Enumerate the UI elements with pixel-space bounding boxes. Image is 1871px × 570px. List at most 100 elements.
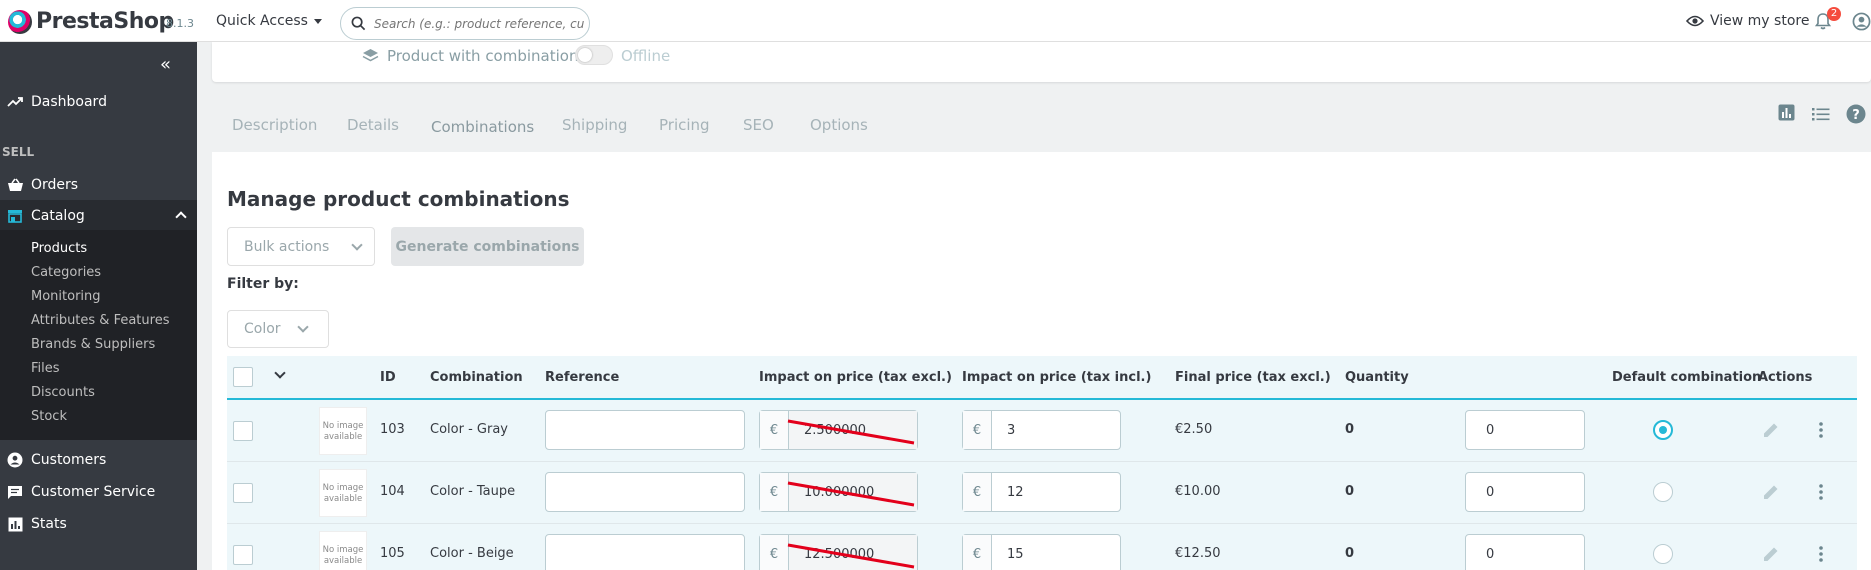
currency-symbol: € (760, 411, 789, 449)
search-input[interactable] (374, 16, 584, 31)
default-combination-radio[interactable] (1653, 420, 1673, 440)
impact-incl-input[interactable]: € 15 (962, 534, 1121, 570)
impact-excl-input[interactable]: € 10.000000 (759, 472, 918, 512)
catalog-submenu: Products Categories Monitoring Attribute… (0, 230, 197, 440)
sidebar-item-stats[interactable]: Stats (0, 508, 197, 540)
chevron-down-icon[interactable] (274, 367, 286, 379)
submenu-item-categories[interactable]: Categories (31, 265, 101, 280)
final-price: €2.50 (1175, 422, 1213, 437)
tab-details[interactable]: Details (347, 116, 399, 134)
reference-input[interactable] (545, 534, 745, 570)
eye-icon (1686, 15, 1704, 27)
default-combination-radio[interactable] (1653, 482, 1673, 502)
sidebar-item-label: Dashboard (31, 94, 107, 110)
account-circle-icon (0, 452, 30, 468)
final-price: €10.00 (1175, 484, 1221, 499)
view-my-store-link[interactable]: View my store (1686, 13, 1809, 29)
notification-badge: 2 (1827, 7, 1841, 21)
reference-input[interactable] (545, 472, 745, 512)
user-menu-button[interactable] (1852, 12, 1871, 35)
generate-combinations-button[interactable]: Generate combinations (391, 227, 584, 266)
quantity-value: 0 (1345, 422, 1355, 437)
submenu-item-files[interactable]: Files (31, 361, 60, 376)
tab-combinations[interactable]: Combinations (431, 118, 534, 136)
row-checkbox[interactable] (233, 421, 253, 441)
submenu-item-monitoring[interactable]: Monitoring (31, 289, 101, 304)
submenu-item-brands-suppliers[interactable]: Brands & Suppliers (31, 337, 155, 352)
row-checkbox[interactable] (233, 545, 253, 565)
quick-access-dropdown[interactable]: Quick Access (216, 13, 322, 29)
help-icon: ? (1846, 104, 1866, 124)
notifications-button[interactable]: 2 (1814, 7, 1841, 34)
impact-incl-input[interactable]: € 3 (962, 410, 1121, 450)
more-vert-icon[interactable] (1818, 545, 1824, 563)
sidebar-item-customer-service[interactable]: Customer Service (0, 476, 197, 508)
chat-icon (0, 485, 30, 500)
sidebar-item-dashboard[interactable]: Dashboard (0, 86, 197, 118)
collapse-sidebar-icon[interactable]: « (160, 54, 171, 75)
bar-chart-icon (1778, 104, 1795, 121)
product-type-selector[interactable]: Product with combinations (362, 47, 586, 65)
quantity-input[interactable]: 0 (1465, 472, 1585, 512)
sidebar-item-customers[interactable]: Customers (0, 444, 197, 476)
reference-input[interactable] (545, 410, 745, 450)
product-type-label: Product with combinations (387, 47, 587, 65)
edit-icon[interactable] (1762, 421, 1780, 439)
impact-excl-input[interactable]: € 12.500000 (759, 534, 918, 570)
prestashop-logo[interactable]: PrestaShop (8, 9, 174, 34)
default-combination-radio[interactable] (1653, 544, 1673, 564)
bulk-actions-button[interactable]: Bulk actions (227, 227, 375, 266)
shopping-basket-icon (0, 178, 30, 192)
table-header: ID Combination Reference Impact on price… (227, 356, 1857, 400)
impact-excl-input[interactable]: € 2.500000 (759, 410, 918, 450)
sidebar-item-label: Orders (31, 177, 79, 193)
search-box[interactable] (340, 7, 590, 40)
svg-text:?: ? (1852, 108, 1860, 123)
view-my-store-label: View my store (1710, 13, 1810, 29)
logo-text: PrestaShop (36, 9, 174, 34)
column-impact-incl: Impact on price (tax incl.) (962, 370, 1152, 385)
no-image-placeholder: No image available (319, 469, 367, 517)
column-combination: Combination (430, 370, 523, 385)
tab-shipping[interactable]: Shipping (562, 116, 627, 134)
submenu-item-products[interactable]: Products (31, 241, 87, 256)
version-label: 8.1.3 (166, 17, 194, 30)
bar-chart-icon (0, 517, 30, 532)
edit-icon[interactable] (1762, 483, 1780, 501)
tab-options[interactable]: Options (810, 116, 868, 134)
tab-pricing[interactable]: Pricing (659, 116, 710, 134)
column-impact-excl: Impact on price (tax excl.) (759, 370, 952, 385)
help-button[interactable]: ? (1846, 104, 1866, 128)
sidebar-item-catalog[interactable]: Catalog (0, 200, 197, 232)
combination-name: Color - Taupe (430, 484, 516, 499)
impact-incl-input[interactable]: € 12 (962, 472, 1121, 512)
quantity-input[interactable]: 0 (1465, 410, 1585, 450)
sidebar-item-orders[interactable]: Orders (0, 169, 197, 201)
column-default-combination: Default combination (1612, 370, 1762, 385)
chevron-down-icon (296, 321, 309, 333)
final-price: €12.50 (1175, 546, 1221, 561)
more-vert-icon[interactable] (1818, 483, 1824, 501)
submenu-item-attributes-features[interactable]: Attributes & Features (31, 313, 169, 328)
tab-description[interactable]: Description (232, 116, 317, 134)
quantity-input[interactable]: 0 (1465, 534, 1585, 570)
statistics-button[interactable] (1778, 104, 1795, 125)
table-row: No image available 103 Color - Gray € 2.… (227, 400, 1857, 462)
row-checkbox[interactable] (233, 483, 253, 503)
list-icon (1812, 108, 1830, 121)
status-label: Offline (621, 47, 671, 65)
color-filter-dropdown[interactable]: Color (227, 310, 329, 348)
column-actions: Actions (1758, 370, 1813, 385)
tab-seo[interactable]: SEO (743, 116, 774, 134)
list-view-button[interactable] (1812, 106, 1830, 125)
impact-excl-value: 10.000000 (804, 484, 875, 500)
online-toggle[interactable] (575, 45, 613, 65)
chevron-down-icon (351, 238, 363, 251)
submenu-item-stock[interactable]: Stock (31, 409, 67, 424)
sidebar-item-label: Stats (31, 516, 67, 532)
chevron-up-icon (175, 211, 187, 223)
edit-icon[interactable] (1762, 545, 1780, 563)
submenu-item-discounts[interactable]: Discounts (31, 385, 95, 400)
more-vert-icon[interactable] (1818, 421, 1824, 439)
select-all-checkbox[interactable] (233, 367, 253, 387)
